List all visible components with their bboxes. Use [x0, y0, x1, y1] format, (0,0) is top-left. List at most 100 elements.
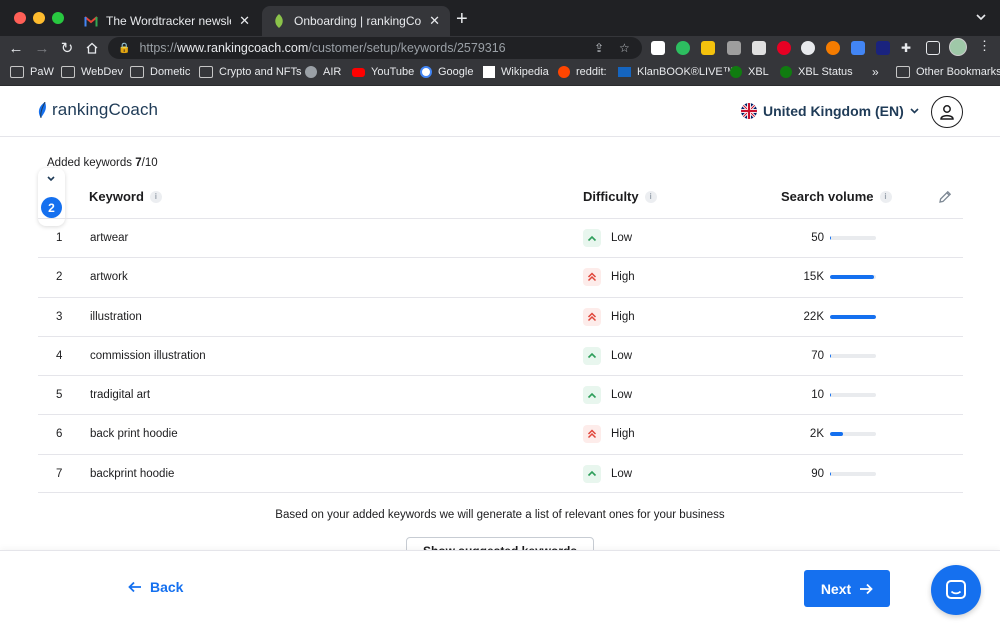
forward-arrow-icon[interactable]: → — [32, 38, 52, 58]
table-row[interactable]: 1 artwear Low 50 — [38, 218, 963, 257]
logo-text: rankingCoach — [52, 100, 159, 119]
user-icon — [940, 105, 954, 120]
difficulty-label: Low — [611, 232, 633, 244]
bookmark-xbl[interactable]: XBL — [730, 66, 769, 78]
bookmark-folder-paw[interactable]: PaW — [10, 66, 54, 78]
keyword-text: commission illustration — [90, 349, 206, 362]
added-keywords-total: /10 — [141, 157, 158, 169]
footer-bar: Back Next — [0, 550, 1000, 625]
search-volume-value: 15K — [803, 271, 824, 284]
bookmark-star-icon[interactable]: ☆ — [619, 41, 630, 55]
bookmark-reddit[interactable]: reddit: — [558, 66, 607, 78]
browser-tab-onboarding[interactable]: Onboarding | rankingCoach ✕ — [262, 6, 450, 36]
uk-flag-icon — [741, 103, 757, 119]
rankingcoach-logo[interactable]: rankingCoach — [37, 100, 158, 120]
keywords-table: 1 artwear Low 50 2 artwork High 15K 3 illustratio… — [38, 218, 963, 494]
bookmark-klanbook[interactable]: KlanBOOK®LIVE™ — [618, 66, 734, 78]
table-row[interactable]: 2 artwork High 15K — [38, 257, 963, 296]
tab-close-icon[interactable]: ✕ — [239, 13, 250, 29]
edit-pencil-icon[interactable] — [938, 190, 952, 204]
search-volume-bar-fill — [830, 471, 831, 476]
back-button[interactable]: Back — [128, 579, 183, 595]
search-volume-bar — [830, 236, 876, 240]
search-volume-bar — [830, 353, 876, 358]
window-close-button[interactable] — [14, 12, 26, 24]
chat-icon — [946, 580, 966, 599]
table-row[interactable]: 6 back print hoodie High 2K — [38, 414, 963, 453]
table-row[interactable]: 7 backprint hoodie Low 90 — [38, 453, 963, 494]
bookmark-folder-crypto[interactable]: Crypto and NFTs — [199, 66, 302, 78]
address-bar[interactable]: 🔒 https://www.rankingcoach.com/customer/… — [108, 37, 642, 59]
bookmark-label: YouTube — [371, 66, 415, 78]
column-header-difficulty: Difficulty i — [583, 189, 657, 204]
difficulty-indicator: High — [583, 425, 635, 444]
browser-menu-icon[interactable]: ⋮ — [978, 38, 991, 54]
extension-keep-icon[interactable] — [701, 41, 715, 55]
bookmark-folder-other[interactable]: Other Bookmarks — [896, 66, 1000, 78]
info-icon[interactable]: i — [149, 190, 162, 203]
difficulty-low-icon — [583, 464, 601, 483]
extension-pinterest-icon[interactable] — [777, 41, 791, 55]
country-selector[interactable]: United Kingdom (EN) — [741, 103, 919, 119]
row-index: 4 — [56, 349, 63, 362]
difficulty-low-icon — [583, 346, 601, 365]
bookmark-folder-webdev[interactable]: WebDev — [61, 66, 123, 78]
row-index: 6 — [56, 428, 63, 441]
keyword-text: tradigital art — [90, 389, 151, 402]
header-label: Difficulty — [583, 189, 639, 204]
extension-evernote-icon[interactable] — [676, 41, 690, 55]
profile-avatar-icon[interactable] — [949, 38, 967, 56]
keyword-text: back print hoodie — [90, 428, 178, 441]
search-volume-bar — [830, 314, 876, 319]
folder-icon — [199, 66, 213, 78]
difficulty-high-icon — [583, 268, 601, 287]
new-tab-button[interactable]: + — [456, 8, 468, 31]
reload-icon[interactable]: ↻ — [57, 38, 77, 58]
bookmark-youtube[interactable]: YouTube — [352, 66, 414, 78]
extension-grammarly-icon[interactable] — [826, 41, 840, 55]
extension-generic-icon[interactable] — [752, 41, 766, 55]
browser-tab-wordtracker[interactable]: The Wordtracker newsletter: P ✕ — [74, 6, 260, 36]
xbox-icon — [780, 66, 792, 78]
extension-docs-icon[interactable] — [851, 41, 865, 55]
extensions-puzzle-icon[interactable]: ✚ — [901, 41, 915, 55]
window-zoom-button[interactable] — [52, 12, 64, 24]
bookmark-air[interactable]: AIR — [305, 66, 341, 78]
table-row[interactable]: 3 illustration High 22K — [38, 296, 963, 336]
side-panel-icon[interactable] — [926, 41, 940, 55]
extension-pocket-icon[interactable] — [651, 41, 665, 55]
window-minimize-button[interactable] — [33, 12, 45, 24]
bookmark-google[interactable]: Google — [420, 66, 473, 78]
chat-support-button[interactable] — [931, 565, 981, 615]
bookmark-label: WebDev — [81, 66, 123, 78]
search-volume-bar-fill — [830, 314, 876, 319]
folder-icon — [130, 66, 144, 78]
difficulty-label: Low — [611, 349, 633, 362]
bookmark-label: reddit: — [576, 66, 607, 78]
arrow-left-icon — [128, 581, 141, 593]
bookmark-wikipedia[interactable]: Wikipedia — [483, 66, 549, 78]
table-row[interactable]: 4 commission illustration Low 70 — [38, 335, 963, 375]
tab-search-icon[interactable] — [976, 10, 986, 24]
extension-github-icon[interactable] — [801, 41, 815, 55]
bookmark-xbl-status[interactable]: XBL Status — [780, 66, 853, 78]
share-icon[interactable]: ⇪ — [594, 41, 604, 55]
search-volume-bar-fill — [830, 393, 831, 398]
bookmarks-overflow-button[interactable]: » — [872, 65, 879, 79]
extension-generic-icon[interactable] — [727, 41, 741, 55]
arrow-right-icon — [860, 583, 873, 594]
back-arrow-icon[interactable]: ← — [6, 38, 26, 58]
chevron-down-icon — [910, 108, 919, 114]
difficulty-label: Low — [611, 467, 633, 480]
info-icon[interactable]: i — [879, 190, 892, 203]
info-icon[interactable]: i — [644, 190, 657, 203]
tab-close-icon[interactable]: ✕ — [429, 13, 440, 29]
next-button[interactable]: Next — [804, 570, 890, 607]
home-icon[interactable] — [82, 38, 102, 58]
url-host: www.rankingcoach.com — [176, 41, 309, 55]
account-button[interactable] — [931, 96, 963, 128]
bookmark-folder-dometic[interactable]: Dometic — [130, 66, 190, 78]
extension-cloud-icon[interactable] — [876, 41, 890, 55]
youtube-icon — [352, 67, 365, 77]
table-row[interactable]: 5 tradigital art Low 10 — [38, 375, 963, 414]
